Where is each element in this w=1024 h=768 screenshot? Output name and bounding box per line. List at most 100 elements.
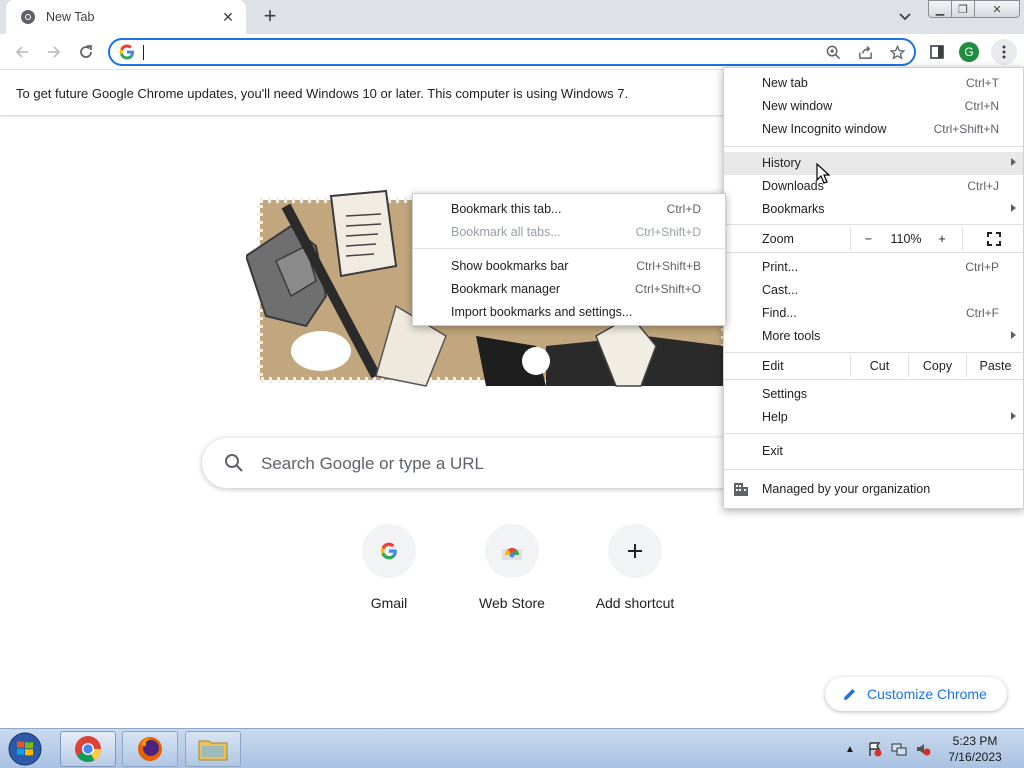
zoom-in-button[interactable]: +	[926, 227, 958, 250]
submenu-arrow-icon	[1011, 331, 1016, 339]
menu-item-cast[interactable]: Cast...	[724, 279, 1023, 302]
text-caret	[143, 45, 144, 60]
submenu-arrow-icon	[1011, 158, 1016, 166]
menu-label: Settings	[762, 387, 808, 401]
profile-avatar[interactable]: G	[959, 42, 979, 62]
chrome-icon	[21, 10, 35, 24]
new-tab-button[interactable]: +	[258, 3, 282, 28]
menu-divider	[724, 469, 1023, 470]
search-placeholder: Search Google or type a URL	[261, 454, 485, 473]
menu-divider	[724, 252, 1023, 253]
menu-item-print[interactable]: Print... Ctrl+P	[724, 256, 1023, 279]
side-panel-icon[interactable]	[925, 40, 949, 64]
menu-label: Cast...	[762, 283, 799, 297]
taskbar-firefox[interactable]	[122, 731, 178, 767]
forward-arrow-icon[interactable]	[42, 40, 66, 64]
fullscreen-icon[interactable]	[962, 227, 1024, 250]
menu-item-downloads[interactable]: Downloads Ctrl+J	[724, 175, 1023, 198]
address-bar[interactable]	[108, 38, 916, 66]
reload-icon[interactable]	[74, 40, 98, 64]
shortcut-add[interactable]: Add shortcut	[579, 524, 691, 624]
menu-item-managed[interactable]: Managed by your organization	[724, 478, 1023, 501]
share-icon[interactable]	[856, 43, 874, 61]
maximize-button[interactable]: ❐	[951, 0, 975, 18]
menu-label: Bookmark manager	[451, 282, 561, 296]
menu-item-settings[interactable]: Settings	[724, 383, 1023, 406]
menu-divider	[724, 433, 1023, 434]
shortcut-gmail[interactable]: Gmail	[333, 524, 445, 624]
menu-shortcut: Ctrl+D	[666, 202, 701, 216]
webstore-icon	[502, 548, 522, 560]
menu-item-find[interactable]: Find... Ctrl+F	[724, 302, 1023, 325]
chrome-icon	[75, 736, 102, 763]
mouse-cursor-icon	[816, 163, 830, 184]
submenu-item-import[interactable]: Import bookmarks and settings...	[413, 301, 725, 324]
minimize-button[interactable]: ▁	[928, 0, 952, 18]
menu-divider	[724, 379, 1023, 380]
infobar-message: To get future Google Chrome updates, you…	[16, 86, 629, 101]
menu-item-new-window[interactable]: New window Ctrl+N	[724, 95, 1023, 118]
submenu-item-bookmark-manager[interactable]: Bookmark manager Ctrl+Shift+O	[413, 278, 725, 301]
menu-label: Show bookmarks bar	[451, 259, 569, 273]
system-tray: ▲	[840, 729, 931, 768]
action-center-flag-icon[interactable]	[867, 741, 883, 757]
chrome-menu-kebab-icon[interactable]	[991, 39, 1017, 65]
menu-item-more-tools[interactable]: More tools	[724, 325, 1023, 348]
menu-shortcut: Ctrl+F	[966, 306, 999, 320]
shortcut-label: Web Store	[479, 595, 545, 611]
menu-item-exit[interactable]: Exit	[724, 440, 1023, 463]
zoom-level: 110%	[890, 231, 922, 246]
menu-label: Downloads	[762, 179, 824, 193]
volume-muted-icon[interactable]	[915, 741, 931, 757]
close-tab-icon[interactable]: ✕	[220, 9, 236, 25]
bookmark-star-icon[interactable]	[888, 43, 906, 61]
paste-button[interactable]: Paste	[966, 354, 1024, 377]
customize-chrome-button[interactable]: Customize Chrome	[825, 677, 1007, 711]
bookmarks-submenu: Bookmark this tab... Ctrl+D Bookmark all…	[412, 193, 726, 326]
zoom-icon[interactable]	[824, 43, 842, 61]
menu-label: New Incognito window	[762, 122, 887, 136]
menu-shortcut: Ctrl+Shift+N	[933, 122, 999, 136]
submenu-arrow-icon	[1011, 412, 1016, 420]
tab-new-tab[interactable]: New Tab ✕	[6, 0, 246, 34]
tab-strip: New Tab ✕ + ▁ ❐ ✕	[0, 0, 1024, 34]
menu-divider	[413, 248, 725, 249]
menu-label: Bookmark all tabs...	[451, 225, 561, 239]
cut-button[interactable]: Cut	[850, 354, 908, 377]
taskbar-explorer[interactable]	[185, 731, 241, 767]
firefox-icon	[138, 737, 162, 761]
clock-time: 5:23 PM	[952, 734, 998, 748]
menu-item-help[interactable]: Help	[724, 406, 1023, 429]
submenu-item-bookmark-all: Bookmark all tabs... Ctrl+Shift+D	[413, 221, 725, 244]
google-search-box[interactable]: Search Google or type a URL	[202, 438, 762, 488]
menu-label: Import bookmarks and settings...	[451, 305, 633, 319]
menu-label: Bookmarks	[762, 202, 825, 216]
submenu-item-show-bookmarks-bar[interactable]: Show bookmarks bar Ctrl+Shift+B	[413, 255, 725, 278]
menu-item-new-incognito[interactable]: New Incognito window Ctrl+Shift+N	[724, 118, 1023, 141]
windows-taskbar: ▲ 5:23 PM 7/16/2023	[0, 728, 1024, 768]
menu-label: Find...	[762, 306, 797, 320]
taskbar-clock[interactable]: 5:23 PM 7/16/2023	[940, 733, 1010, 765]
menu-label: Bookmark this tab...	[451, 202, 562, 216]
submenu-item-bookmark-tab[interactable]: Bookmark this tab... Ctrl+D	[413, 198, 725, 221]
menu-label: More tools	[762, 329, 821, 343]
tab-search-chevron-icon[interactable]	[896, 8, 914, 26]
close-window-button[interactable]: ✕	[974, 0, 1020, 18]
shortcut-web-store[interactable]: Web Store	[456, 524, 568, 624]
menu-item-bookmarks[interactable]: Bookmarks	[724, 198, 1023, 221]
menu-item-history[interactable]: History	[724, 152, 1023, 175]
menu-shortcut: Ctrl+Shift+B	[636, 259, 701, 273]
menu-divider	[724, 224, 1023, 225]
menu-shortcut: Ctrl+N	[964, 99, 999, 113]
shortcut-tile	[608, 524, 662, 578]
taskbar-chrome[interactable]	[60, 731, 116, 767]
network-icon[interactable]	[891, 741, 907, 757]
start-button[interactable]	[2, 730, 48, 768]
back-arrow-icon[interactable]	[10, 40, 34, 64]
menu-item-new-tab[interactable]: New tab Ctrl+T	[724, 72, 1023, 95]
menu-divider	[724, 146, 1023, 147]
show-hidden-icons-icon[interactable]: ▲	[845, 744, 855, 755]
menu-label: Zoom	[762, 232, 794, 246]
zoom-out-button[interactable]: −	[850, 227, 886, 250]
copy-button[interactable]: Copy	[908, 354, 966, 377]
